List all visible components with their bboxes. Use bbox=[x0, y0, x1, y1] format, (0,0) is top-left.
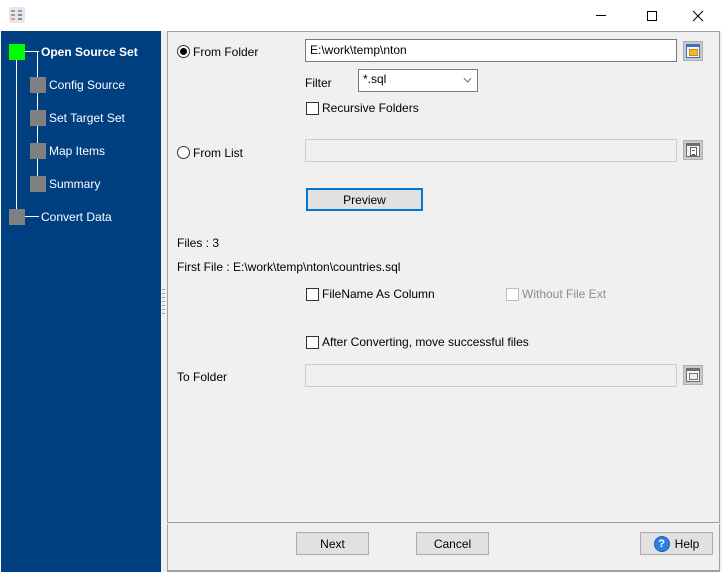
title-bar bbox=[0, 0, 722, 31]
help-icon: ? bbox=[653, 535, 670, 552]
filename-as-column-checkbox[interactable] bbox=[306, 288, 319, 301]
main-area: From Folder E:\work\temp\nton Filter *.s… bbox=[167, 31, 722, 572]
maximize-icon bbox=[647, 10, 657, 21]
step-map-items[interactable]: Map Items bbox=[49, 144, 105, 158]
from-folder-radio[interactable] bbox=[177, 45, 190, 58]
splitter-grip bbox=[162, 301, 165, 302]
splitter-grip bbox=[162, 297, 165, 298]
files-count-text: Files : 3 bbox=[177, 236, 220, 250]
browse-list-button[interactable] bbox=[683, 140, 703, 160]
to-folder-label: To Folder bbox=[177, 370, 228, 384]
step-indicator-summary bbox=[30, 176, 46, 192]
step-set-target-set[interactable]: Set Target Set bbox=[49, 111, 125, 125]
help-label: Help bbox=[674, 536, 700, 551]
preview-button[interactable]: Preview bbox=[306, 188, 423, 211]
from-list-label[interactable]: From List bbox=[193, 146, 243, 160]
tree-connector bbox=[25, 216, 39, 217]
without-file-ext-label: Without File Ext bbox=[522, 287, 607, 301]
browse-to-folder-button[interactable] bbox=[683, 365, 703, 385]
splitter-grip bbox=[162, 293, 165, 294]
step-indicator-convert-data bbox=[9, 209, 25, 225]
recursive-folders-label[interactable]: Recursive Folders bbox=[322, 101, 419, 115]
minimize-button[interactable] bbox=[578, 0, 624, 31]
recursive-folders-checkbox[interactable] bbox=[306, 102, 319, 115]
splitter-grip bbox=[162, 305, 165, 306]
first-file-text: First File : E:\work\temp\nton\countries… bbox=[177, 260, 401, 274]
close-icon bbox=[692, 10, 704, 21]
step-indicator-open-source-set bbox=[9, 44, 25, 60]
to-folder-input[interactable] bbox=[305, 364, 677, 387]
splitter-grip bbox=[162, 309, 165, 310]
splitter-grip bbox=[162, 313, 165, 314]
list-path-input[interactable] bbox=[305, 139, 677, 162]
step-indicator-set-target-set bbox=[30, 110, 46, 126]
step-convert-data[interactable]: Convert Data bbox=[41, 210, 112, 224]
browse-folder-button[interactable] bbox=[683, 41, 703, 61]
step-indicator-config-source bbox=[30, 77, 46, 93]
folder-browse-icon bbox=[686, 44, 700, 58]
folder-browse-icon bbox=[686, 368, 700, 382]
step-summary[interactable]: Summary bbox=[49, 177, 100, 191]
help-button[interactable]: ? Help bbox=[640, 532, 713, 555]
maximize-button[interactable] bbox=[629, 0, 675, 31]
from-list-radio[interactable] bbox=[177, 146, 190, 159]
minimize-icon bbox=[596, 15, 606, 16]
wizard-sidebar: Open Source Set Config Source Set Target… bbox=[1, 31, 161, 572]
next-button[interactable]: Next bbox=[296, 532, 369, 555]
step-config-source[interactable]: Config Source bbox=[49, 78, 125, 92]
filter-select[interactable]: *.sql bbox=[358, 69, 478, 92]
move-after-converting-checkbox[interactable] bbox=[306, 336, 319, 349]
document-browse-icon bbox=[686, 143, 700, 157]
filter-select-value: *.sql bbox=[363, 72, 387, 86]
filename-as-column-label[interactable]: FileName As Column bbox=[322, 287, 435, 301]
app-grid-icon bbox=[9, 7, 25, 23]
filter-label: Filter bbox=[305, 76, 332, 90]
tree-line-main bbox=[16, 59, 17, 216]
source-options-panel: From Folder E:\work\temp\nton Filter *.s… bbox=[167, 31, 720, 523]
from-folder-label[interactable]: From Folder bbox=[193, 45, 258, 59]
step-indicator-map-items bbox=[30, 143, 46, 159]
step-open-source-set[interactable]: Open Source Set bbox=[41, 45, 138, 59]
move-after-converting-label[interactable]: After Converting, move successful files bbox=[322, 335, 529, 349]
folder-path-input[interactable]: E:\work\temp\nton bbox=[305, 39, 677, 62]
close-button[interactable] bbox=[675, 0, 721, 31]
cancel-button[interactable]: Cancel bbox=[416, 532, 489, 555]
without-file-ext-checkbox[interactable] bbox=[506, 288, 519, 301]
splitter-grip bbox=[162, 289, 165, 290]
chevron-down-icon bbox=[463, 74, 472, 83]
wizard-footer: Next Cancel ? Help bbox=[167, 524, 720, 572]
